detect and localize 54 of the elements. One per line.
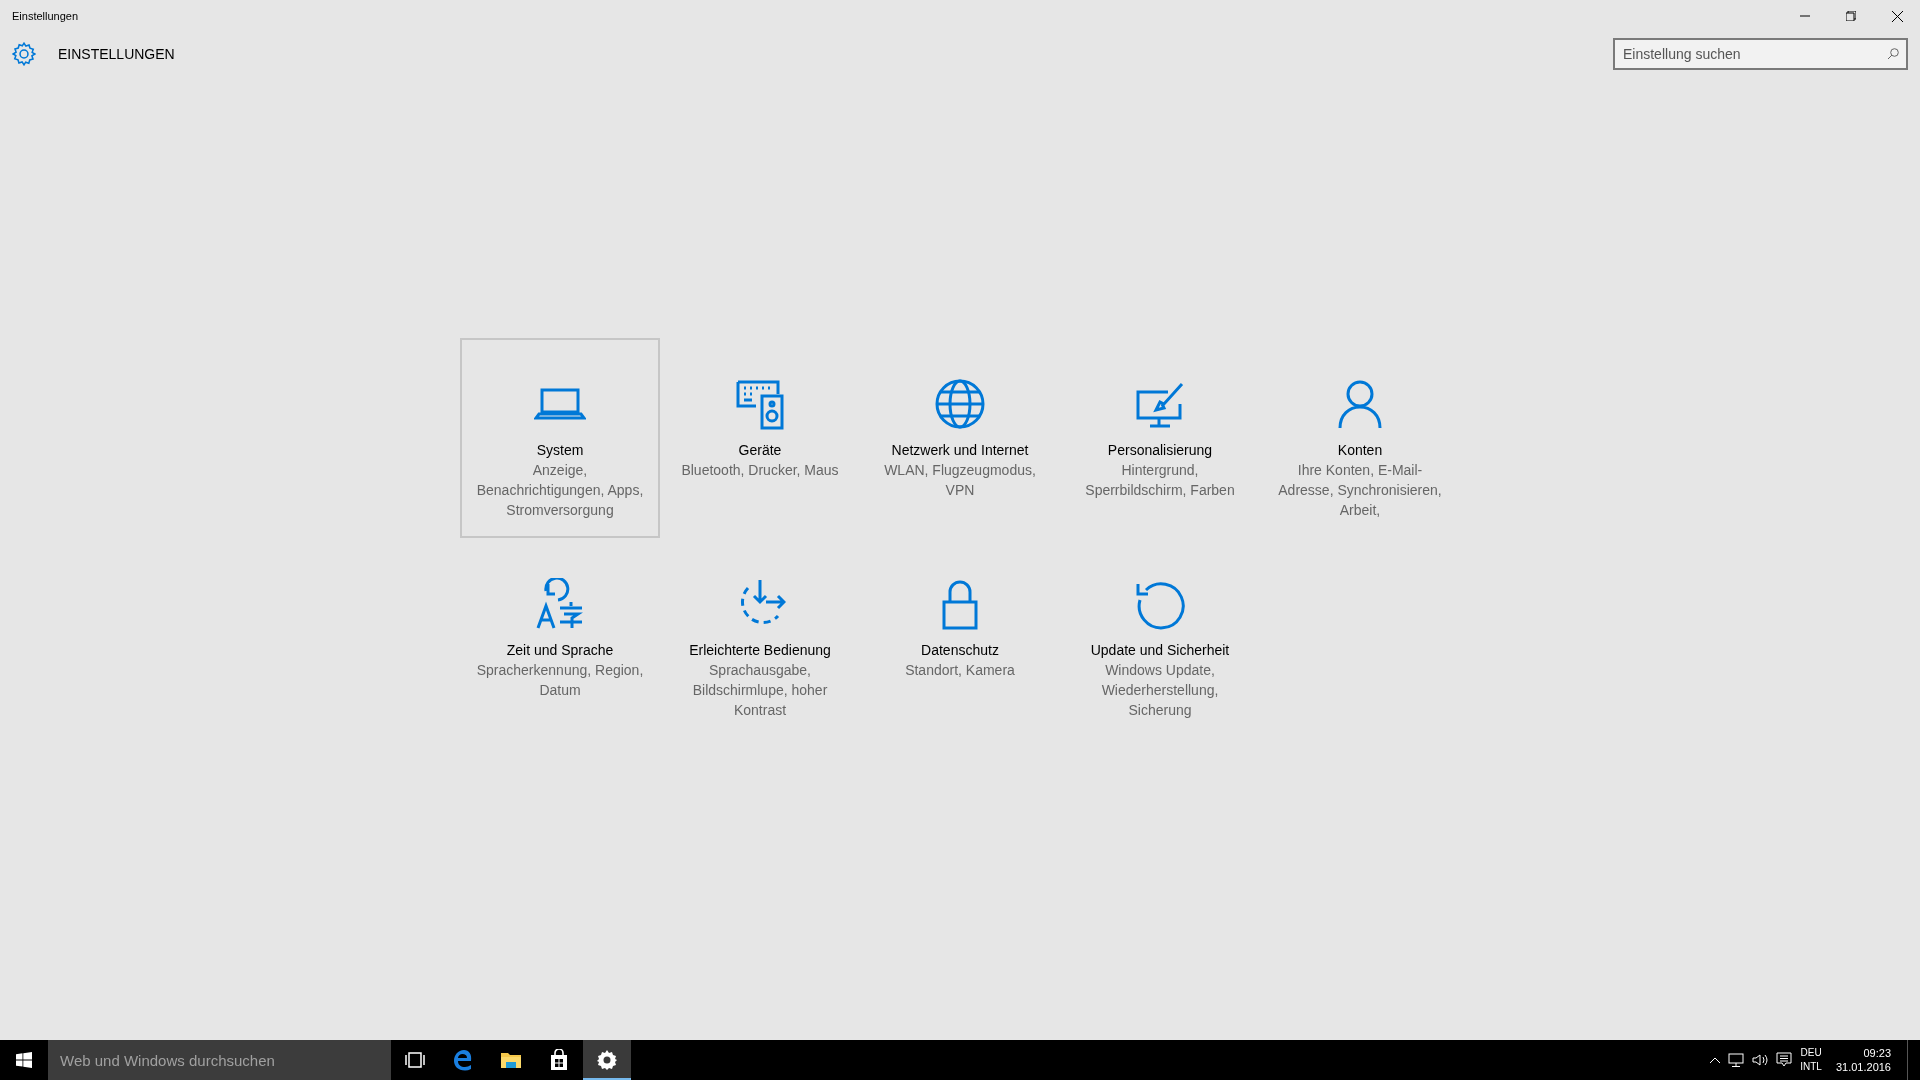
settings-category-tile[interactable]: Geräte Bluetooth, Drucker, Maus (660, 338, 860, 538)
settings-category-tile[interactable]: System Anzeige, Benachrichtigungen, Apps, Stromversorgung (460, 338, 660, 538)
settings-category-tile[interactable]: Netzwerk und Internet WLAN, Flugzeugmodus, VPN (860, 338, 1060, 538)
settings-category-tile[interactable]: Personalisierung Hintergrund, Sperrbildschirm, Farben (1060, 338, 1260, 538)
language-code: DEU (1800, 1046, 1822, 1060)
input-language-indicator[interactable]: DEU INTL (1800, 1046, 1822, 1074)
clock-date: 31.01.2016 (1835, 1060, 1891, 1074)
taskbar-clock[interactable]: 09:23 31.01.2016 (1835, 1046, 1891, 1074)
clock-time: 09:23 (1863, 1046, 1891, 1060)
category-description: Bluetooth, Drucker, Maus (680, 461, 840, 480)
category-description: Anzeige, Benachrichtigungen, Apps, Stromversorgung (475, 461, 645, 520)
category-description: Windows Update, Wiederherstellung, Sicherung (1100, 661, 1220, 720)
category-description: Spracherkennung, Region, Datum (475, 661, 645, 700)
folder-icon (500, 1051, 522, 1069)
category-title: Datenschutz (921, 641, 999, 660)
category-title: Update und Sicherheit (1090, 641, 1230, 660)
settings-category-tile[interactable]: Erleichterte Bedienung Sprachausgabe, Bildschirmlupe, hoher Kontrast (660, 538, 860, 738)
category-description: Ihre Konten, E-Mail-Adresse, Synchronisieren, Arbeit, (1277, 461, 1443, 520)
browser-e-icon (452, 1049, 474, 1071)
settings-category-tile[interactable]: Datenschutz Standort, Kamera (860, 538, 1060, 738)
category-title: Netzwerk und Internet (891, 441, 1029, 460)
settings-category-tile[interactable]: Zeit und Sprache Spracherkennung, Region, Datum (460, 538, 660, 738)
category-title: Geräte (738, 441, 782, 460)
window-title: Einstellungen (12, 10, 79, 22)
settings-category-tile[interactable]: Update und Sicherheit Windows Update, Wiederherstellung, Sicherung (1060, 538, 1260, 738)
message-icon[interactable] (1776, 1052, 1793, 1068)
category-title: Erleichterte Bedienung (689, 641, 831, 660)
category-description: Standort, Kamera (904, 661, 1016, 680)
category-description: Hintergrund, Sperrbildschirm, Farben (1084, 461, 1236, 500)
category-description: Sprachausgabe, Bildschirmlupe, hoher Kontrast (691, 661, 829, 720)
page-title: EINSTELLUNGEN (58, 46, 175, 62)
windows-logo-icon (16, 1052, 32, 1068)
category-title: System (536, 441, 584, 460)
category-title: Personalisierung (1107, 441, 1213, 460)
close-icon (1891, 10, 1903, 22)
globe-icon (934, 378, 986, 430)
language-code: INTL (1800, 1060, 1822, 1074)
category-title: Konten (1337, 441, 1383, 460)
category-description: WLAN, Flugzeugmodus, VPN (883, 461, 1037, 500)
settings-category-tile[interactable]: Konten Ihre Konten, E-Mail-Adresse, Synchronisieren, Arbeit, (1260, 338, 1460, 538)
search-icon (1887, 48, 1899, 60)
gear-icon (597, 1050, 617, 1070)
shopping-bag-icon (549, 1049, 569, 1071)
settings-icon (12, 42, 36, 66)
task-view-icon (405, 1052, 425, 1068)
network-icon[interactable] (1728, 1053, 1745, 1067)
restore-icon (1846, 11, 1856, 21)
chevron-up-icon[interactable] (1710, 1057, 1721, 1063)
speaker-icon[interactable] (1752, 1053, 1769, 1067)
keyboard-speaker-icon (734, 378, 786, 430)
taskbar-search-field[interactable]: Web und Windows durchsuchen (48, 1040, 391, 1080)
taskbar-app-button[interactable] (583, 1040, 631, 1080)
search-field[interactable]: Einstellung suchen (1613, 38, 1908, 70)
category-title: Zeit und Sprache (506, 641, 614, 660)
